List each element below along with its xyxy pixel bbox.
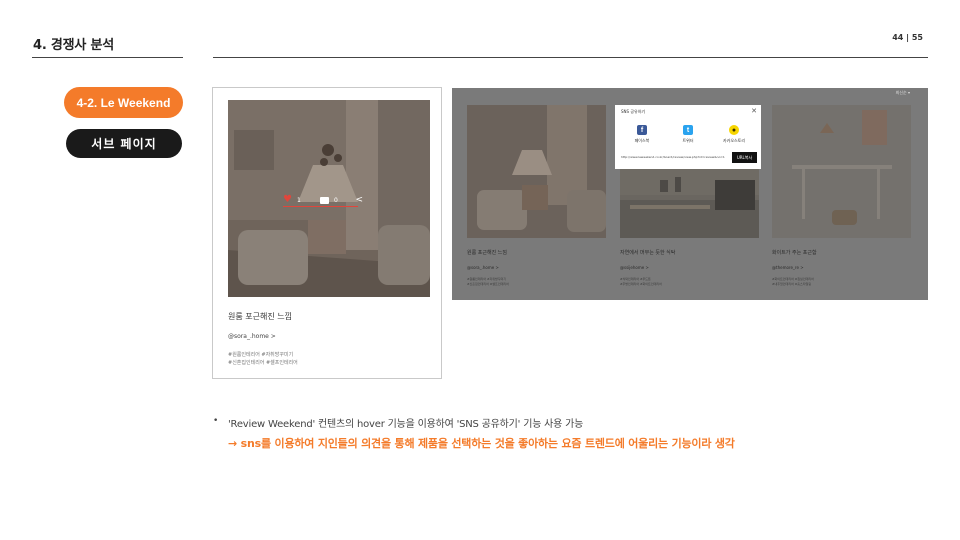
like-count: 1	[296, 196, 301, 204]
page-number: 44 | 55	[892, 33, 923, 42]
review-tags: #원룸인테리어 #자취방꾸미기 #신혼집인테리어 #셀프인테리어	[228, 351, 298, 367]
kakaostory-icon: ●	[729, 125, 739, 135]
review-thumbnail-1[interactable]	[467, 105, 606, 238]
facebook-icon: f	[637, 125, 647, 135]
bullet-note: 'Review Weekend' 컨텐츠의 hover 기능을 이용하여 'SN…	[228, 419, 584, 430]
kakaostory-share-button[interactable]: ● 카카오스토리	[714, 125, 754, 144]
thumbnail-1-image	[467, 105, 606, 238]
section-title: 4. 경쟁사 분석	[33, 38, 115, 53]
share-url-field[interactable]: http://www.leweekend.co.kr/board/review/…	[621, 153, 729, 162]
thumb-3-user[interactable]: @themore_re >	[772, 265, 804, 270]
twitter-label: 트위터	[682, 138, 694, 143]
review-card[interactable]: ♥ 1 0 < 원룸 포근해진 느낌 @sora_.home > #원룸인테리어…	[212, 87, 442, 379]
twitter-share-button[interactable]: t 트위터	[668, 125, 708, 144]
thumb-1-user[interactable]: @sora_.home >	[467, 265, 499, 270]
thumb-3-title[interactable]: 화이트가 주는 포근함	[772, 249, 817, 256]
bullet-symbol: •	[213, 416, 219, 426]
review-title[interactable]: 원룸 포근해진 느낌	[228, 311, 292, 322]
hover-highlight-line	[283, 206, 358, 207]
thumb-2-title[interactable]: 자연에서 머무는 듯한 식탁	[620, 249, 675, 256]
sub-page-label-pill: 서브 페이지	[66, 129, 182, 158]
thumb-3-tags: #화이트인테리어 #침실인테리어 #내추럴인테리어 #홈스타일링	[772, 277, 814, 287]
hover-action-bar: ♥ 1 0 <	[283, 193, 363, 207]
facebook-label: 페이스북	[634, 138, 650, 143]
review-photo: ♥ 1 0 <	[228, 100, 430, 297]
sns-modal-title: SNS 공유하기	[621, 109, 646, 114]
page-total: 55	[911, 33, 923, 42]
thumb-3-tag-line-2: #내추럴인테리어 #홈스타일링	[772, 282, 812, 286]
comment-icon[interactable]	[320, 196, 329, 204]
conclusion-note: → sns를 이용하여 지인들의 의견을 통해 제품을 선택하는 것을 좋아하는…	[228, 437, 735, 450]
thumb-2-tags: #식탁인테리어 #우드톤 #주방인테리어 #화이트인테리어	[620, 277, 662, 287]
sort-dropdown[interactable]: 최신순 ▾	[896, 90, 910, 96]
review-thumbnail-3[interactable]	[772, 105, 911, 238]
thumbnail-3-image	[772, 105, 911, 238]
thumb-2-tag-line-2: #주방인테리어 #화이트인테리어	[620, 282, 662, 286]
thumb-1-tags: #원룸인테리어 #자취방꾸미기 #신혼집인테리어 #셀프인테리어	[467, 277, 509, 287]
page-current: 44	[892, 33, 904, 42]
share-icon[interactable]: <	[355, 195, 363, 205]
thumb-1-tag-line-2: #신혼집인테리어 #셀프인테리어	[467, 282, 509, 286]
thumb-2-user[interactable]: @ssijehome >	[620, 265, 649, 270]
twitter-icon: t	[683, 125, 693, 135]
review-tags-line-1: #원룸인테리어 #자취방꾸미기	[228, 352, 294, 358]
thumb-1-title[interactable]: 원룸 포근해진 느낌	[467, 249, 507, 256]
page-separator: |	[906, 33, 910, 42]
title-divider-right	[213, 57, 928, 58]
comment-count: 0	[333, 196, 338, 204]
facebook-share-button[interactable]: f 페이스북	[622, 125, 662, 144]
kakaostory-label: 카카오스토리	[722, 138, 746, 143]
copy-url-button[interactable]: URL복사	[732, 152, 757, 163]
brand-label-pill: 4-2. Le Weekend	[64, 87, 183, 118]
heart-icon[interactable]: ♥	[283, 195, 292, 205]
review-user-link[interactable]: @sora_.home >	[228, 333, 276, 340]
title-divider-left	[32, 57, 183, 58]
review-tags-line-2: #신혼집인테리어 #셀프인테리어	[228, 360, 298, 366]
close-icon[interactable]: ✕	[751, 107, 757, 115]
review-list-screenshot: 최신순 ▾ 원룸 포근해진 느낌 @sora_.home > #원룸인테리어 #…	[452, 88, 928, 300]
sns-share-modal: SNS 공유하기 ✕ f 페이스북 t 트위터 ● 카카오스토리 http://…	[615, 105, 761, 169]
